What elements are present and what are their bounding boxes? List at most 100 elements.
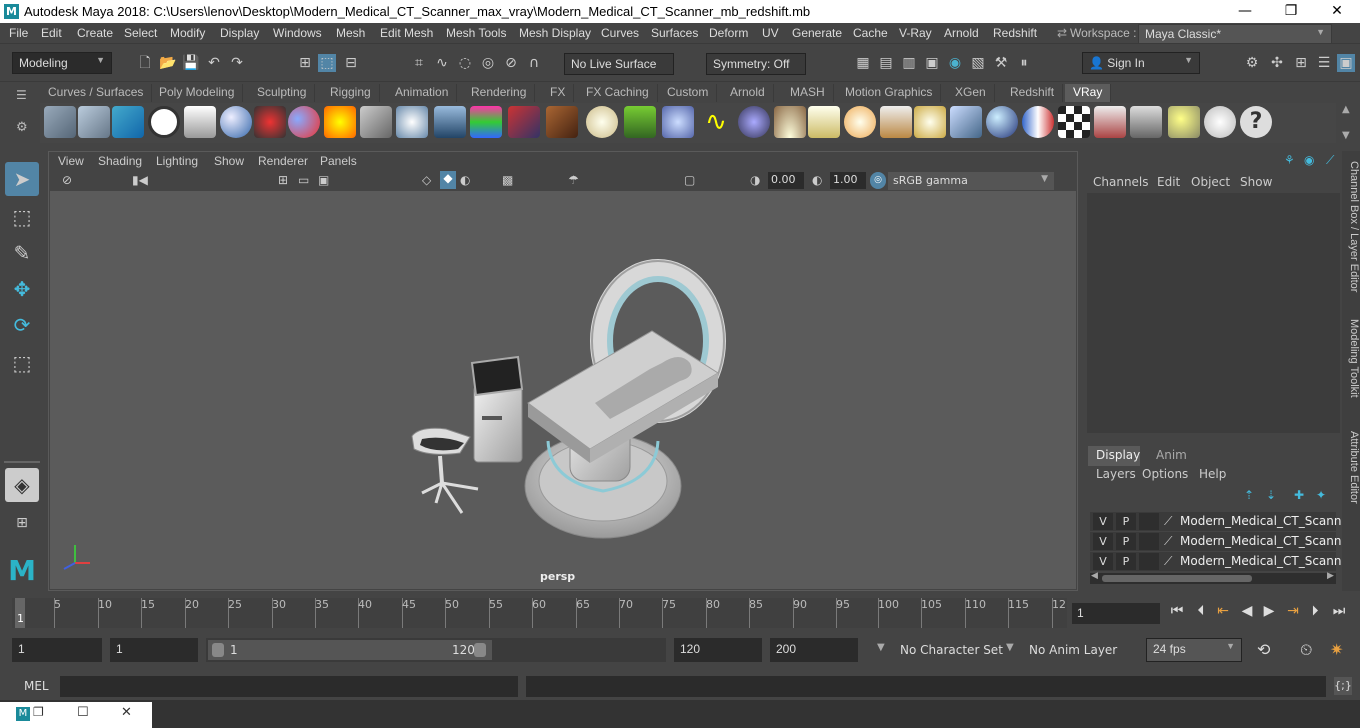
outliner-icon[interactable]: ☰	[1315, 54, 1333, 72]
textured-icon[interactable]: ▩	[502, 173, 513, 187]
tab-anim-layers[interactable]: Anim	[1148, 446, 1192, 466]
tab-display-layers[interactable]: Display	[1088, 446, 1140, 466]
menu-edit[interactable]: Edit	[41, 26, 62, 40]
paint-select-tool-icon[interactable]: ✎	[5, 236, 39, 270]
move-layer-up-icon[interactable]: ⇡	[1244, 488, 1254, 502]
vray-plane-light-icon[interactable]	[360, 106, 392, 138]
anim-layer-dropdown[interactable]: No Anim Layer	[1029, 643, 1117, 657]
vray-scatter-icon[interactable]	[662, 106, 694, 138]
wireframe-icon[interactable]: ◇	[422, 173, 431, 187]
exposure-field[interactable]: 0.00	[768, 172, 804, 189]
scale-tool-icon[interactable]: ⬚	[5, 346, 39, 380]
menu-display[interactable]: Display	[220, 26, 259, 40]
channel-object-menu[interactable]: Object	[1191, 175, 1230, 189]
menu-curves[interactable]: Curves	[601, 26, 639, 40]
redo-icon[interactable]: ↷	[228, 54, 246, 72]
vray-cone-light-icon[interactable]	[880, 106, 912, 138]
viewport-menu-show[interactable]: Show	[214, 154, 244, 168]
layer-row[interactable]: V P ⟋ Modern_Medical_CT_Scanner_	[1090, 552, 1360, 571]
select-hierarchy-icon[interactable]: ⊞	[296, 54, 314, 72]
tab-modeling-toolkit[interactable]: Modeling Toolkit	[1342, 319, 1360, 398]
attribute-editor-icon[interactable]: ✣	[1268, 54, 1286, 72]
vray-sphere-icon[interactable]	[986, 106, 1018, 138]
layer-playback-toggle[interactable]: P	[1116, 553, 1136, 570]
viewport-menu-shading[interactable]: Shading	[98, 154, 142, 168]
new-scene-icon[interactable]: 🗋	[136, 54, 154, 72]
grid-icon[interactable]: ⊞	[278, 173, 288, 187]
hypershade-icon[interactable]: ◉	[946, 54, 964, 72]
vray-omni-light-icon[interactable]	[844, 106, 876, 138]
close-icon[interactable]: ✕	[121, 705, 132, 720]
menu-expand-icon[interactable]: ⇄	[1057, 26, 1067, 40]
vray-material-icon[interactable]	[220, 106, 252, 138]
layer-visibility-toggle[interactable]: V	[1093, 533, 1113, 550]
tab-sculpting[interactable]: Sculpting	[249, 84, 316, 102]
restore-icon[interactable]: ❐	[33, 705, 44, 719]
vray-light-lister-icon[interactable]	[1168, 106, 1200, 138]
vray-physical-camera-icon[interactable]	[950, 106, 982, 138]
vray-log-icon[interactable]	[184, 106, 216, 138]
vray-frame-buffer-icon[interactable]: ⚒	[992, 54, 1010, 72]
tab-vray[interactable]: VRay	[1065, 84, 1112, 102]
vray-grass-icon[interactable]	[624, 106, 656, 138]
shadows-icon[interactable]: ☂	[568, 173, 579, 187]
tab-custom[interactable]: Custom	[659, 84, 718, 102]
tab-xgen[interactable]: XGen	[947, 84, 995, 102]
vray-sphere-fade-icon[interactable]	[738, 106, 770, 138]
vray-cloud-icon[interactable]	[1204, 106, 1236, 138]
move-layer-down-icon[interactable]: ⇣	[1266, 488, 1276, 502]
select-object-icon[interactable]: ⬚	[318, 54, 336, 72]
vray-ies-light-icon[interactable]	[808, 106, 840, 138]
layer-scrollbar[interactable]: ◀ ▶	[1090, 571, 1336, 584]
end-time-field[interactable]: 200	[770, 638, 858, 662]
menu-uv[interactable]: UV	[762, 26, 779, 40]
menu-cache[interactable]: Cache	[853, 26, 888, 40]
new-layer-icon[interactable]: ✚	[1294, 488, 1304, 502]
scroll-left-icon[interactable]: ◀	[1091, 571, 1098, 581]
step-forward-frame-icon[interactable]: ⏵	[1306, 598, 1324, 624]
menu-deform[interactable]: Deform	[709, 26, 748, 40]
tab-motion-graphics[interactable]: Motion Graphics	[837, 84, 942, 102]
exposure-icon[interactable]: ◑	[750, 173, 760, 187]
single-perspective-layout-icon[interactable]: ◈	[5, 468, 39, 502]
chevron-down-icon[interactable]: ▼	[877, 642, 885, 653]
range-end-grip[interactable]	[474, 643, 486, 657]
layer-help-menu[interactable]: Help	[1199, 467, 1226, 481]
menu-mesh-display[interactable]: Mesh Display	[519, 26, 591, 40]
playback-end-field[interactable]: 120	[674, 638, 762, 662]
layer-type-toggle[interactable]	[1139, 533, 1159, 550]
vray-tricolor-icon[interactable]	[1022, 106, 1054, 138]
menu-vray[interactable]: V-Ray	[899, 26, 932, 40]
channel-box-icon[interactable]: ▣	[1337, 54, 1355, 72]
snap-live-icon[interactable]: ⊘	[502, 54, 520, 72]
tab-mash[interactable]: MASH	[782, 84, 834, 102]
layer-visibility-toggle[interactable]: V	[1093, 513, 1113, 530]
mel-input[interactable]	[60, 676, 518, 697]
vray-spline-icon[interactable]: ∿	[700, 106, 732, 138]
resolution-gate-icon[interactable]: ▣	[318, 173, 329, 187]
vray-spot-light-icon[interactable]	[434, 106, 466, 138]
fps-dropdown[interactable]: 24 fps ▼	[1146, 638, 1242, 662]
vray-settings-panel-icon[interactable]	[1130, 106, 1162, 138]
vray-proxy-icon[interactable]	[508, 106, 540, 138]
tab-arnold[interactable]: Arnold	[722, 84, 774, 102]
xray-icon[interactable]: ▢	[684, 173, 695, 187]
scroll-right-icon[interactable]: ▶	[1327, 571, 1334, 581]
render-current-frame-icon[interactable]: ▦	[854, 54, 872, 72]
perspective-viewport[interactable]: persp	[50, 191, 1076, 589]
layer-visibility-toggle[interactable]: V	[1093, 553, 1113, 570]
menu-windows[interactable]: Windows	[273, 26, 322, 40]
channel-edit-menu[interactable]: Edit	[1157, 175, 1180, 189]
vray-checker-icon[interactable]	[1058, 106, 1090, 138]
character-set-dropdown[interactable]: No Character Set	[900, 643, 1003, 657]
menu-redshift[interactable]: Redshift	[993, 26, 1037, 40]
minimize-button[interactable]: —	[1222, 0, 1268, 23]
layer-type-toggle[interactable]	[1139, 553, 1159, 570]
viewport-menu-renderer[interactable]: Renderer	[258, 154, 308, 168]
tab-poly-modeling[interactable]: Poly Modeling	[151, 84, 244, 102]
menu-select[interactable]: Select	[124, 26, 157, 40]
menu-mesh-tools[interactable]: Mesh Tools	[446, 26, 506, 40]
layer-row[interactable]: V P ⟋ Modern_Medical_CT_Scanner_	[1090, 532, 1360, 551]
layer-color-icon[interactable]: ⟋	[1164, 534, 1172, 549]
play-backwards-icon[interactable]: ◀	[1238, 598, 1256, 624]
